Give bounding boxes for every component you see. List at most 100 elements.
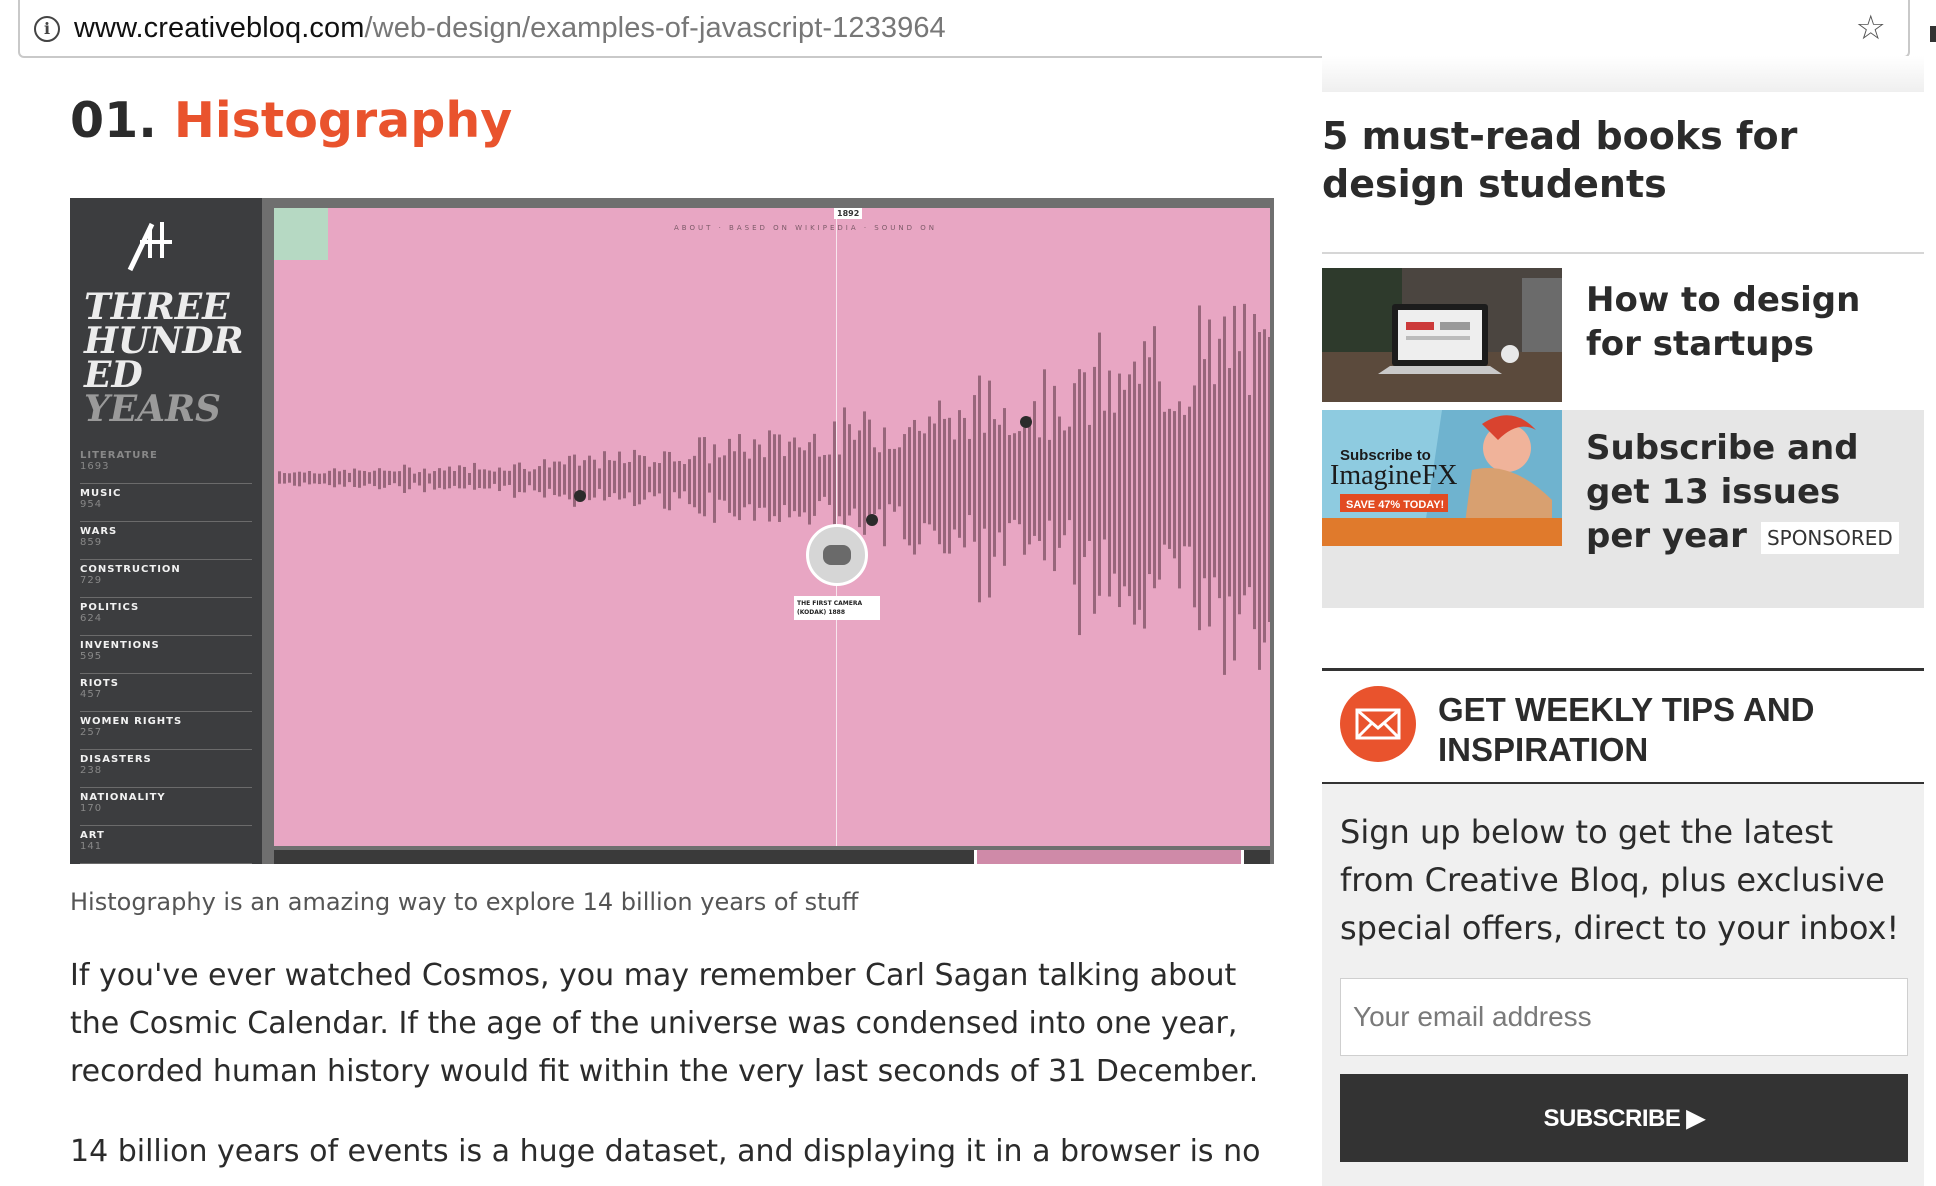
promo-card-imaginefx[interactable]: Subscribe to ImagineFX SAVE 47% TODAY! S… <box>1322 410 1924 608</box>
cover-offer-text: SAVE 47% TODAY! <box>1346 499 1444 511</box>
waveform-bar <box>1033 401 1036 536</box>
address-bar[interactable]: i www.creativebloq.com/web-design/exampl… <box>18 0 1910 58</box>
waveform-bar <box>303 472 306 483</box>
star-icon[interactable]: ☆ <box>1856 8 1886 48</box>
waveform-bar <box>668 451 671 511</box>
waveform-bar <box>358 470 361 488</box>
waveform-bar <box>633 449 636 507</box>
waveform-bar <box>663 451 666 509</box>
waveform-bar <box>583 460 586 496</box>
hero-category: POLITICS 624 <box>80 598 252 636</box>
waveform-bar <box>1008 435 1011 524</box>
waveform-bar <box>378 468 381 490</box>
newsletter-title: GET WEEKLY TIPS AND INSPIRATION <box>1438 691 1815 768</box>
waveform-bar <box>498 467 501 492</box>
waveform-bar <box>413 473 416 483</box>
waveform-bar <box>1048 439 1051 521</box>
waveform-event-dot <box>866 514 878 526</box>
histography-screenshot[interactable]: THREE HUNDR ED YEARS LITERATURE 1693 MUSI… <box>70 198 1274 864</box>
waveform-bar <box>1018 431 1021 525</box>
waveform-bar <box>458 465 461 489</box>
waveform-bar <box>1143 341 1146 629</box>
waveform-bar <box>393 471 396 484</box>
waveform-bar <box>318 473 321 485</box>
newsletter-signup: GET WEEKLY TIPS AND INSPIRATION Sign up … <box>1322 668 1924 1186</box>
hero-scrubber-selection <box>974 850 1244 864</box>
waveform-bar <box>778 434 781 522</box>
waveform-bar <box>593 459 596 498</box>
waveform-bar <box>1198 305 1201 631</box>
article-paragraph: If you've ever watched Cosmos, you may r… <box>70 958 1259 1089</box>
waveform-bar <box>878 452 881 510</box>
hero-category: ART 141 <box>80 826 252 864</box>
newsletter-form: Sign up below to get the latest from Cre… <box>1322 784 1924 1186</box>
promo-card-startups[interactable]: How to design for startups <box>1322 262 1924 402</box>
waveform-bar <box>973 395 976 542</box>
waveform-bar <box>718 457 721 500</box>
waveform-bar <box>1263 329 1266 643</box>
hero-category: CONSTRUCTION 729 <box>80 560 252 598</box>
waveform-bar <box>1188 406 1191 547</box>
waveform-bar <box>808 442 811 525</box>
waveform-bar <box>628 461 631 493</box>
waveform-bar <box>853 439 856 509</box>
waveform-bar <box>1133 361 1136 625</box>
article-paragraph: 14 billion years of events is a huge dat… <box>70 1134 1261 1169</box>
waveform-bar <box>943 418 946 554</box>
waveform-bar <box>588 455 591 501</box>
section-number: 01. <box>70 92 157 149</box>
waveform-bar <box>1083 372 1086 558</box>
email-field[interactable] <box>1340 978 1908 1056</box>
waveform-bar <box>1228 368 1231 597</box>
waveform-bar <box>483 469 486 489</box>
waveform-bar <box>353 468 356 487</box>
hero-category-list: LITERATURE 1693 MUSIC 954 WARS 859 CONSTRUC… <box>80 446 252 864</box>
hero-category: DISASTERS 238 <box>80 750 252 788</box>
hero-category: LITERATURE 1693 <box>80 446 252 484</box>
waveform-bar <box>933 423 936 531</box>
waveform-bar <box>343 469 346 487</box>
waveform-bar <box>1258 332 1261 670</box>
waveform-bar <box>1023 427 1026 555</box>
sidebar-heading-link[interactable]: 5 must-read books for design students <box>1322 112 1882 208</box>
waveform-bar <box>288 473 291 483</box>
waveform-bar <box>423 468 426 493</box>
waveform-bar <box>1108 370 1111 597</box>
waveform-bar <box>1203 359 1206 579</box>
waveform-bar <box>478 469 481 488</box>
url-host: www.creativebloq.com <box>74 12 365 44</box>
waveform-bar <box>468 472 471 485</box>
waveform-bar <box>783 456 786 506</box>
waveform-bar <box>488 470 491 489</box>
waveform-bar <box>758 444 761 508</box>
subscribe-button[interactable]: SUBSCRIBE ▶ <box>1340 1074 1908 1162</box>
waveform-bar <box>648 466 651 493</box>
waveform-bar <box>373 470 376 487</box>
waveform-bar <box>1168 408 1171 549</box>
waveform-bar <box>543 459 546 498</box>
waveform-bar <box>913 419 916 555</box>
waveform-bar <box>928 416 931 525</box>
waveform-bar <box>653 462 656 497</box>
waveform-bar <box>1053 385 1056 572</box>
divider <box>1322 668 1924 671</box>
waveform-bar <box>503 470 506 486</box>
waveform-bar <box>348 472 351 483</box>
waveform-bar <box>1068 426 1071 521</box>
laptop-image-icon <box>1322 268 1562 402</box>
waveform-bar <box>863 411 866 535</box>
promo-title: Subscribe and get 13 issues per year SPON… <box>1586 426 1906 558</box>
hero-timeline-canvas: ABOUT · BASED ON WIKIPEDIA · SOUND ON 18… <box>274 208 1270 846</box>
sponsored-badge: SPONSORED <box>1760 521 1899 554</box>
waveform-bar <box>533 469 536 491</box>
waveform-bar <box>1248 394 1251 588</box>
waveform-bar <box>1158 381 1161 580</box>
url-text[interactable]: www.creativebloq.com/web-design/examples… <box>74 12 946 45</box>
waveform-bar <box>1148 357 1151 575</box>
waveform-bar <box>1238 351 1241 615</box>
waveform-bar <box>418 472 421 486</box>
info-icon[interactable]: i <box>34 16 60 42</box>
waveform-bar <box>858 430 861 528</box>
sidebar-top-strip <box>1322 56 1924 92</box>
section-name-link[interactable]: Histography <box>174 92 512 149</box>
